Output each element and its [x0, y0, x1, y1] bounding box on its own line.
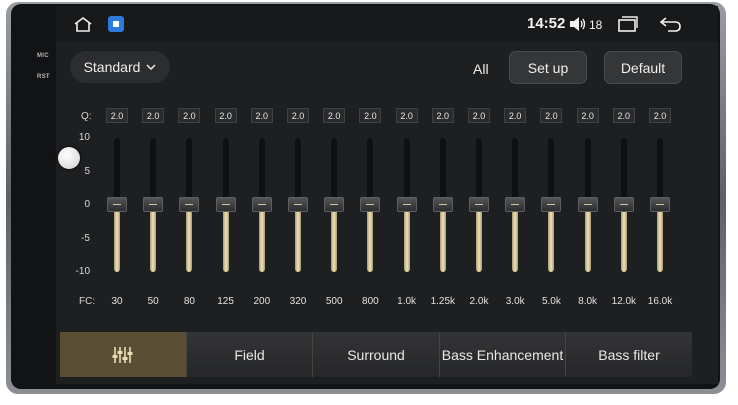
tab-bass-enhancement[interactable]: Bass Enhancement: [439, 332, 565, 377]
fc-value-label: 800: [362, 296, 379, 307]
app-icon[interactable]: [108, 16, 124, 32]
q-value-box[interactable]: 2.0: [178, 108, 201, 123]
setup-button[interactable]: Set up: [509, 51, 587, 84]
band-slider-knob[interactable]: [288, 197, 308, 212]
preset-dropdown[interactable]: Standard: [70, 51, 170, 83]
fc-value-label: 1.25k: [430, 296, 456, 307]
tab-equalizer[interactable]: [60, 332, 186, 377]
band-slider-fill: [222, 205, 229, 272]
tab-bass-filter[interactable]: Bass filter: [565, 332, 692, 377]
fc-value-label: 320: [289, 296, 307, 307]
band-slider-knob[interactable]: [432, 197, 453, 212]
band-slider-knob[interactable]: [469, 197, 489, 212]
band-slider-knob[interactable]: [396, 197, 417, 212]
q-value-box[interactable]: 2.0: [504, 108, 527, 123]
band-slider-fill: [150, 205, 157, 272]
q-value-box[interactable]: 2.0: [106, 108, 128, 123]
q-value-box[interactable]: 2.0: [359, 108, 382, 123]
fc-value-label: 80: [183, 296, 195, 307]
tab-surround[interactable]: Surround: [312, 332, 439, 377]
band-slider-fill: [258, 205, 265, 272]
band-slider-fill: [476, 205, 482, 272]
band-slider-knob[interactable]: [143, 197, 164, 212]
fc-value-label: 12.0k: [611, 296, 637, 307]
band-slider-knob[interactable]: [577, 197, 598, 212]
default-button[interactable]: Default: [604, 51, 682, 84]
fc-value-label: 30: [111, 296, 123, 307]
q-value-box[interactable]: 2.0: [142, 108, 165, 123]
band-slider-knob[interactable]: [107, 197, 127, 212]
band-slider-knob[interactable]: [324, 197, 345, 212]
band-slider-knob[interactable]: [360, 197, 381, 212]
fc-value-label: 1.0k: [397, 296, 417, 307]
band-slider-fill: [584, 205, 591, 272]
band-slider-fill: [186, 205, 193, 272]
band-slider-fill: [367, 205, 374, 272]
preset-value: Standard: [83, 59, 141, 75]
fc-value-label: 8.0k: [578, 296, 598, 307]
home-icon[interactable]: [72, 15, 94, 33]
band-slider-fill: [114, 205, 120, 272]
clock: 14:52: [527, 15, 566, 32]
all-label[interactable]: All: [473, 61, 489, 77]
sound-tab-bar: Field Surround Bass Enhancement Bass fil…: [60, 332, 692, 377]
fc-value-label: 2.0k: [469, 296, 489, 307]
band-slider-knob[interactable]: [613, 197, 634, 212]
q-value-box[interactable]: 2.0: [576, 108, 599, 123]
fc-value-label: 5.0k: [541, 296, 561, 307]
gain-tick-label: -5: [81, 232, 90, 244]
q-value-box[interactable]: 2.0: [214, 108, 237, 123]
band-slider-fill: [403, 205, 410, 272]
recent-apps-icon[interactable]: [617, 16, 639, 32]
q-value-box[interactable]: 2.0: [649, 108, 671, 123]
gain-tick-label: 0: [84, 199, 90, 210]
chevron-down-icon: [146, 63, 156, 71]
floating-assist-button[interactable]: [58, 147, 80, 169]
band-slider-fill: [439, 205, 446, 272]
band-slider-knob[interactable]: [215, 197, 236, 212]
band-slider-knob[interactable]: [650, 197, 670, 212]
q-value-box[interactable]: 2.0: [250, 108, 273, 123]
volume-level: 18: [589, 18, 603, 32]
band-slider-fill: [548, 205, 555, 272]
gain-tick-label: 10: [78, 132, 90, 143]
back-icon[interactable]: [659, 16, 683, 32]
volume-icon[interactable]: [569, 16, 587, 32]
fc-value-label: 50: [147, 296, 159, 307]
band-slider-fill: [331, 205, 338, 272]
fc-value-label: 500: [325, 296, 343, 307]
q-label: Q:: [81, 111, 92, 122]
fc-value-label: 3.0k: [505, 296, 525, 307]
q-value-box[interactable]: 2.0: [540, 108, 563, 123]
q-value-box[interactable]: 2.0: [395, 108, 418, 123]
gain-tick-label: -10: [75, 266, 90, 277]
rst-label: RST: [37, 74, 50, 80]
fc-value-label: 16.0k: [647, 296, 673, 307]
gain-tick-label: 5: [84, 165, 90, 177]
status-bar: 14:52 18: [56, 6, 718, 42]
band-slider-knob[interactable]: [251, 197, 272, 212]
q-value-box[interactable]: 2.0: [612, 108, 635, 123]
band-slider-fill: [657, 205, 663, 272]
band-slider-knob[interactable]: [505, 197, 526, 212]
band-slider-knob[interactable]: [179, 197, 200, 212]
band-slider-fill: [512, 205, 519, 272]
band-slider-knob[interactable]: [541, 197, 562, 212]
head-unit-screen: 14:52 18 Standard All Set up Default Q: …: [56, 6, 718, 384]
fc-value-label: 200: [253, 296, 271, 307]
fc-label: FC:: [79, 296, 96, 307]
mic-label: MIC: [37, 53, 49, 59]
q-value-box[interactable]: 2.0: [287, 108, 309, 123]
fc-value-label: 125: [217, 296, 234, 307]
tab-field[interactable]: Field: [186, 332, 312, 377]
band-slider-fill: [620, 205, 627, 272]
q-value-box[interactable]: 2.0: [431, 108, 454, 123]
q-value-box[interactable]: 2.0: [468, 108, 490, 123]
band-slider-fill: [295, 205, 301, 272]
equalizer-icon: [111, 345, 135, 365]
q-value-box[interactable]: 2.0: [323, 108, 346, 123]
